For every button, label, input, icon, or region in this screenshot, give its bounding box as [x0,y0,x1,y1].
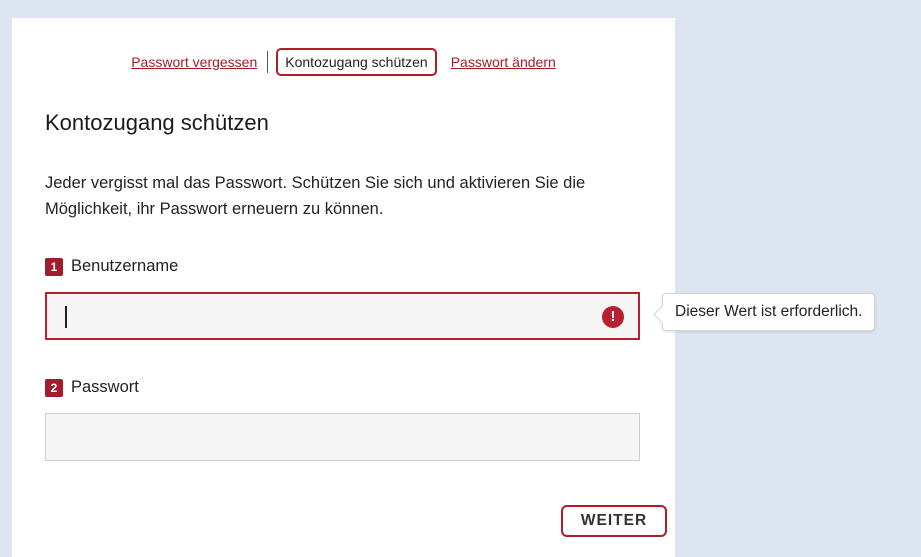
password-input[interactable] [45,413,640,461]
intro-text: Jeder vergisst mal das Passwort. Schütze… [45,174,586,218]
step-badge-1: 1 [45,257,63,276]
username-label: 1 Benutzername [45,257,178,276]
validation-tooltip: Dieser Wert ist erforderlich. [653,293,876,331]
page-title: Kontozugang schützen [45,110,269,135]
text-cursor [65,306,67,328]
password-label-text: Passwort [71,378,139,396]
tab-protect-access[interactable]: Kontozugang schützen [276,48,437,76]
next-button[interactable]: WEITER [561,505,667,537]
username-label-text: Benutzername [71,257,179,275]
tooltip-text: Dieser Wert ist erforderlich. [675,303,863,320]
password-label: 2 Passwort [45,378,139,397]
tab-forgot-password[interactable]: Passwort vergessen [123,54,265,70]
form-card: Passwort vergessen Kontozugang schützen … [12,18,675,557]
tab-change-password[interactable]: Passwort ändern [443,54,564,70]
tab-divider [267,51,269,73]
tab-bar: Passwort vergessen Kontozugang schützen … [12,48,675,76]
error-icon: ! [602,306,624,328]
username-input[interactable]: ! [45,292,640,340]
step-badge-2: 2 [45,378,63,397]
